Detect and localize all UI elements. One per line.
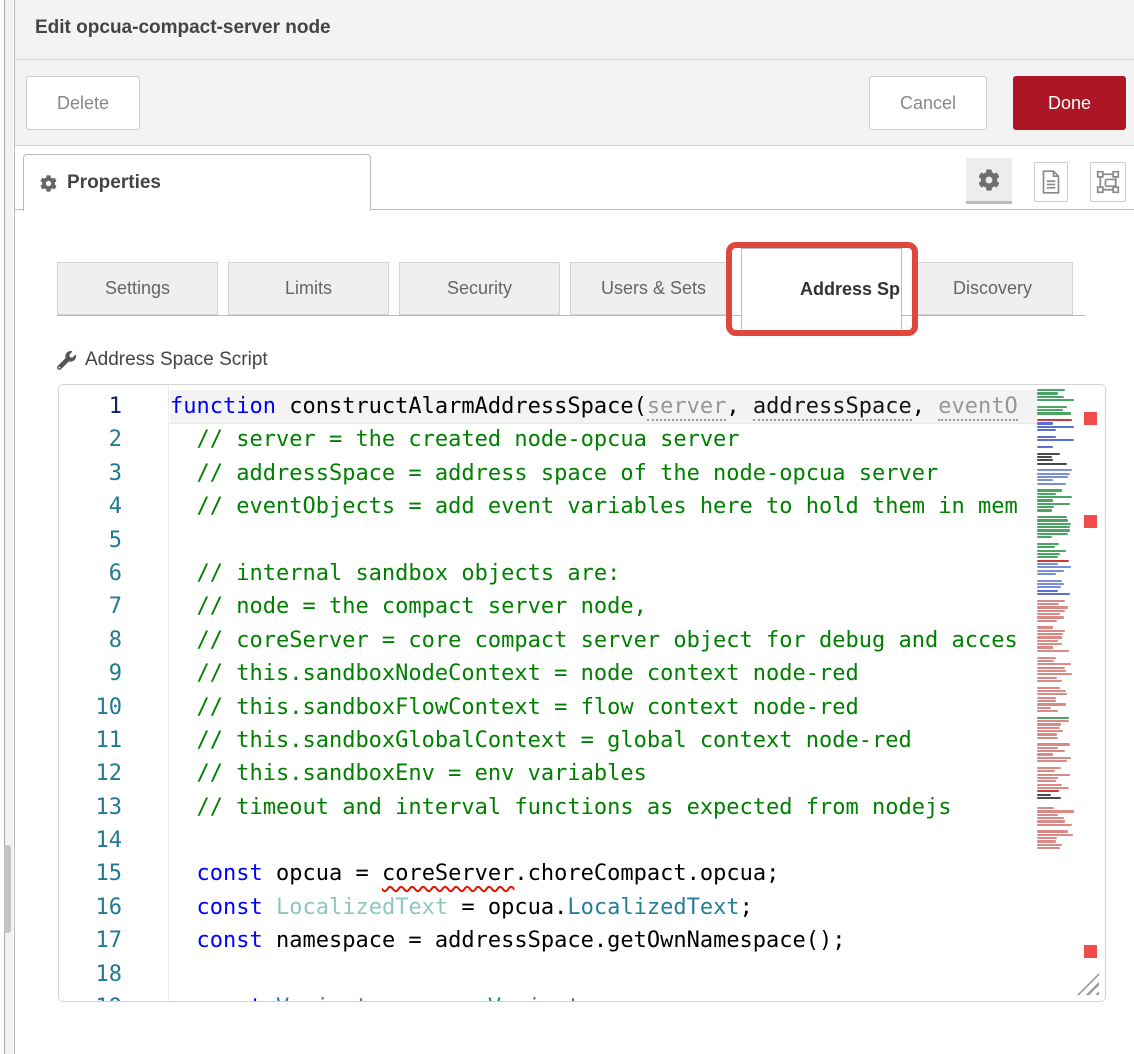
document-icon [1041,170,1061,194]
code-line[interactable]: // this.sandboxGlobalContext = global co… [170,724,1037,757]
code-line[interactable]: function constructAlarmAddressSpace(serv… [170,390,1037,423]
tab-users-sets[interactable]: Users & Sets [570,262,731,315]
code-line[interactable]: // addressSpace = address space of the n… [170,457,1037,490]
appearance-icon [1096,170,1120,194]
tab-discovery[interactable]: Discovery [912,262,1073,315]
line-number: 19 [59,991,168,1002]
code-line[interactable]: // coreServer = core compact server obje… [170,624,1037,657]
line-number: 15 [59,857,168,890]
tab-properties-label: Properties [67,172,161,194]
error-marker[interactable] [1084,412,1097,425]
description-icon-button[interactable] [1034,162,1068,202]
code-line[interactable] [170,824,1037,857]
line-number: 5 [59,524,168,557]
tab-content: Settings Limits Security Users & Sets Ad… [15,262,1134,1002]
line-number: 7 [59,590,168,623]
line-number: 10 [59,691,168,724]
code-line[interactable]: // eventObjects = add event variables he… [170,490,1037,523]
tab-settings[interactable]: Settings [57,262,218,315]
cancel-button[interactable]: Cancel [869,76,987,130]
line-number: 17 [59,924,168,957]
line-number: 8 [59,624,168,657]
line-number: 12 [59,757,168,790]
code-line[interactable]: // server = the created node-opcua serve… [170,423,1037,456]
workspace-scrollbar[interactable] [4,845,11,933]
code-line[interactable]: // internal sandbox objects are: [170,557,1037,590]
error-marker[interactable] [1084,945,1097,958]
delete-button[interactable]: Delete [26,76,140,130]
gear-icon [978,169,1000,191]
code-line[interactable]: // this.sandboxEnv = env variables [170,757,1037,790]
line-number: 4 [59,490,168,523]
line-number: 9 [59,657,168,690]
editor-tabs-row: Properties [15,150,1134,210]
code-line[interactable]: const LocalizedText = opcua.LocalizedTex… [170,891,1037,924]
section-label-text: Address Space Script [85,349,268,371]
line-number: 14 [59,824,168,857]
line-number: 13 [59,791,168,824]
line-number: 18 [59,958,168,991]
line-number-gutter: 12345678910111213141516171819 [59,385,169,1001]
line-number: 1 [59,390,168,423]
code-editor[interactable]: 12345678910111213141516171819 function c… [58,384,1106,1002]
tab-security[interactable]: Security [399,262,560,315]
code-line[interactable]: // node = the compact server node, [170,590,1037,623]
properties-icon-button[interactable] [966,158,1012,204]
line-number: 3 [59,457,168,490]
code-line[interactable]: const opcua = coreServer.choreCompact.op… [170,857,1037,890]
line-number: 16 [59,891,168,924]
workspace-edge [0,0,14,1054]
wrench-icon [57,351,76,370]
tab-address-space[interactable]: Address Sp [741,248,902,329]
appearance-icon-button[interactable] [1090,162,1126,202]
tab-limits[interactable]: Limits [228,262,389,315]
gear-icon [40,175,57,192]
line-number: 11 [59,724,168,757]
error-marker[interactable] [1084,515,1097,528]
tray-header: Edit opcua-compact-server node [15,0,1134,60]
code-line[interactable] [170,524,1037,557]
code-line[interactable]: // this.sandboxNodeContext = node contex… [170,657,1037,690]
edit-node-tray: Edit opcua-compact-server node Delete Ca… [14,0,1134,1054]
done-button[interactable]: Done [1013,76,1126,130]
node-tab-strip: Settings Limits Security Users & Sets Ad… [57,262,1085,316]
line-number: 6 [59,557,168,590]
code-line[interactable] [170,958,1037,991]
code-line[interactable]: // this.sandboxFlowContext = flow contex… [170,691,1037,724]
node-tab-strip-wrap: Settings Limits Security Users & Sets Ad… [57,262,1085,316]
code-line[interactable]: const namespace = addressSpace.getOwnNam… [170,924,1037,957]
dialog-title: Edit opcua-compact-server node [35,17,1114,39]
code-line[interactable]: // timeout and interval functions as exp… [170,791,1037,824]
code-area[interactable]: function constructAlarmAddressSpace(serv… [170,390,1037,1001]
tray-toolbar: Delete Cancel Done [15,60,1134,146]
line-number: 2 [59,423,168,456]
code-line[interactable]: const Variant = opcua.Variant; [170,991,1037,1001]
overview-ruler[interactable] [1075,385,1105,1001]
tab-properties[interactable]: Properties [23,154,371,211]
minimap[interactable] [1037,389,1075,925]
section-label: Address Space Script [57,349,1114,371]
